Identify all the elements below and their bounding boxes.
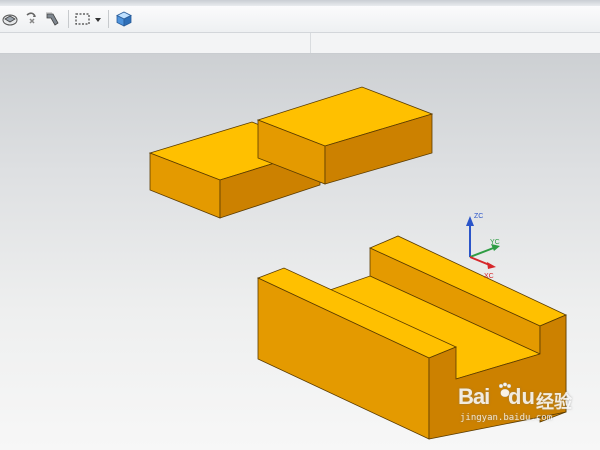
toolbar-divider — [310, 33, 311, 53]
cad-window: ZC YC XC Bai du 经验 jingyan.baidu.com — [0, 0, 600, 450]
u-channel-part[interactable] — [256, 235, 567, 440]
shaded-cube-icon[interactable] — [114, 9, 134, 29]
select-box-icon[interactable] — [73, 9, 93, 29]
graphics-viewport[interactable]: ZC YC XC — [0, 54, 600, 450]
view-orientation-icon[interactable] — [1, 9, 21, 29]
move-face-icon[interactable] — [43, 9, 63, 29]
toolbar-separator — [68, 10, 69, 28]
secondary-toolbar — [0, 33, 600, 54]
toolbar-separator — [108, 10, 109, 28]
zc-label: ZC — [474, 213, 483, 220]
chevron-down-icon[interactable] — [93, 9, 103, 29]
model-scene: ZC YC XC — [148, 86, 567, 440]
xc-label: XC — [484, 273, 494, 280]
rotate-snap-icon[interactable] — [22, 9, 42, 29]
yc-label: YC — [490, 239, 500, 246]
main-toolbar — [0, 6, 600, 33]
